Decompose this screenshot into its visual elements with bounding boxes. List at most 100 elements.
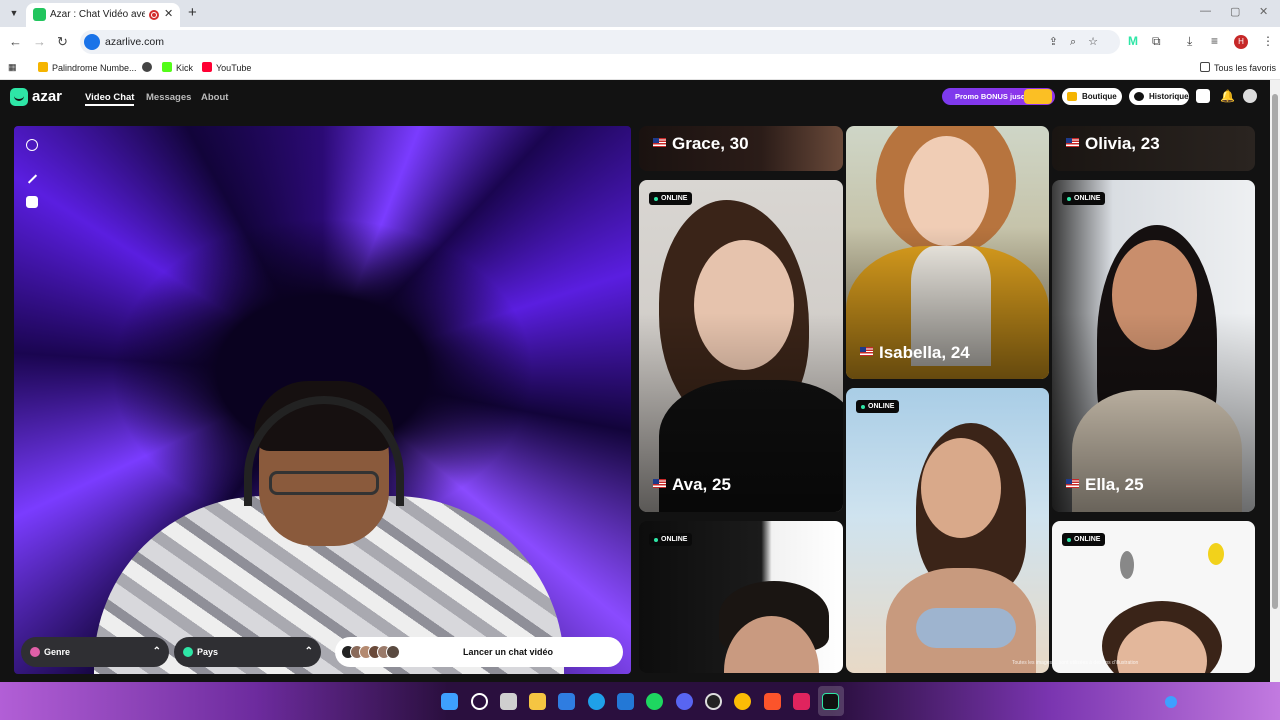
menu-kebab-icon[interactable]: ⋮ [1262, 34, 1274, 48]
site-info-icon[interactable] [84, 34, 100, 50]
bookmarks-bar: ▦ Palindrome Numbe... Kick YouTube Tous … [0, 57, 1280, 80]
palindrome-icon [38, 62, 48, 72]
terminal-icon[interactable] [822, 693, 839, 710]
azar-logo-icon [10, 88, 28, 106]
settings-icon[interactable] [26, 139, 38, 151]
profile-card-olivia[interactable]: Olivia, 23 [1052, 126, 1255, 171]
page-scrollbar[interactable] [1270, 80, 1280, 682]
back-icon[interactable]: ← [9, 34, 22, 49]
chrome-icon[interactable] [734, 693, 751, 710]
download-icon[interactable]: ⤓ [1187, 34, 1192, 49]
promo-bonus-button[interactable]: Promo BONUS jusq [942, 88, 1055, 105]
gender-icon [30, 647, 40, 657]
inbox-icon[interactable] [1196, 89, 1210, 103]
recording-icon [149, 10, 159, 20]
reading-list-icon[interactable]: ≡ [1211, 34, 1218, 48]
microphone-icon[interactable] [1165, 696, 1177, 708]
browser-tabstrip: ▼ Azar : Chat Vidéo avec de n ✕ + — ▢ ✕ [0, 0, 1280, 27]
historique-button[interactable]: Historique [1129, 88, 1189, 105]
scrollbar-thumb[interactable] [1272, 94, 1278, 609]
minimize-icon[interactable]: — [1200, 5, 1211, 17]
new-tab-button[interactable]: + [188, 4, 197, 21]
file-explorer-icon[interactable] [529, 693, 546, 710]
profile-name-text: Olivia, 23 [1085, 134, 1160, 153]
tab-title: Azar : Chat Vidéo avec de n [50, 9, 145, 20]
brave-icon[interactable] [764, 693, 781, 710]
profile-card-grace[interactable]: Grace, 30 [639, 126, 843, 171]
profile-name-text: Grace, 30 [672, 134, 749, 153]
omnibox-action-icons[interactable]: ⇪⌕☆ [1049, 35, 1110, 49]
profile-card-ella[interactable]: ONLINE Ella, 25 [1052, 180, 1255, 512]
bookmark-globe-icon[interactable] [142, 62, 156, 73]
extension-icon[interactable]: M [1128, 34, 1138, 48]
bookmark-palindrome[interactable]: Palindrome Numbe... [38, 62, 137, 73]
windows-start-icon[interactable] [441, 693, 458, 710]
gem-icon [1024, 89, 1052, 104]
url-text: azarlive.com [105, 36, 164, 48]
all-bookmarks[interactable]: Tous les favoris [1200, 62, 1276, 73]
profile-card-online-white[interactable]: ONLINE [1052, 521, 1255, 673]
profile-name: Isabella, 24 [860, 343, 970, 363]
app-icon[interactable] [793, 693, 810, 710]
extensions-puzzle-icon[interactable]: ⧉ [1152, 34, 1161, 49]
apps-grid-icon[interactable]: ▦ [8, 62, 17, 73]
online-badge: ONLINE [856, 400, 900, 413]
mask-icon[interactable] [26, 196, 38, 208]
search-icon[interactable] [471, 693, 488, 710]
nav-about[interactable]: About [201, 92, 228, 103]
user-avatar-icon[interactable] [1243, 89, 1257, 103]
us-flag-icon [860, 347, 873, 356]
glasses [269, 471, 379, 495]
close-window-icon[interactable]: ✕ [1259, 5, 1268, 18]
bookmark-kick[interactable]: Kick [162, 62, 193, 73]
us-flag-icon [653, 479, 666, 488]
chevron-up-icon: ⌃ [152, 646, 161, 657]
kick-icon [162, 62, 172, 72]
profile-card-ava[interactable]: ONLINE Ava, 25 [639, 180, 843, 512]
edge-icon[interactable] [588, 693, 605, 710]
clock-icon [1134, 92, 1144, 101]
genre-label: Genre [44, 647, 71, 657]
user-camera-feed [74, 376, 574, 674]
close-tab-icon[interactable]: ✕ [164, 7, 173, 20]
launch-label: Lancer un chat vidéo [462, 647, 554, 657]
tab-search-icon[interactable]: ▼ [6, 5, 22, 21]
balloon-silver [1120, 551, 1134, 579]
boutique-button[interactable]: Boutique [1062, 88, 1122, 105]
launch-video-chat-button[interactable]: Lancer un chat vidéo [335, 637, 623, 667]
online-badge: ONLINE [1062, 192, 1106, 205]
us-flag-icon [1066, 138, 1079, 147]
outlook-icon[interactable] [617, 693, 634, 710]
nav-messages[interactable]: Messages [146, 92, 191, 103]
maximize-icon[interactable]: ▢ [1230, 5, 1240, 18]
promo-label: Promo BONUS jusq [955, 92, 1026, 101]
diamond-icon [1067, 92, 1077, 101]
bookmark-youtube[interactable]: YouTube [202, 62, 251, 73]
spotify-icon[interactable] [646, 693, 663, 710]
browser-tab-azar[interactable]: Azar : Chat Vidéo avec de n ✕ [26, 3, 180, 27]
reload-icon[interactable]: ↻ [57, 34, 68, 50]
profile-name: Ella, 25 [1066, 475, 1144, 495]
face [921, 438, 1001, 538]
bell-icon[interactable]: 🔔 [1220, 89, 1235, 103]
pays-filter[interactable]: Pays ⌃ [174, 637, 321, 667]
profile-card-isabella[interactable]: Isabella, 24 [846, 126, 1049, 379]
globe-icon [183, 647, 193, 657]
profile-avatar[interactable]: H [1234, 35, 1248, 49]
image-disclaimer: Toutes les images ... sont utilisées à d… [1012, 660, 1139, 666]
forward-icon[interactable]: → [33, 34, 46, 49]
profile-card-male[interactable]: ONLINE [639, 521, 843, 673]
effects-wand-icon[interactable] [26, 173, 38, 185]
online-badge: ONLINE [649, 533, 693, 546]
obs-icon[interactable] [705, 693, 722, 710]
bookmark-label: YouTube [216, 63, 252, 73]
task-view-icon[interactable] [500, 693, 517, 710]
address-bar[interactable]: azarlive.com ⇪⌕☆ [80, 30, 1120, 54]
store-icon[interactable] [558, 693, 575, 710]
windows-taskbar [0, 682, 1280, 720]
genre-filter[interactable]: Genre ⌃ [21, 637, 169, 667]
balloon-yellow [1208, 543, 1224, 565]
profile-card-online-beach[interactable]: ONLINE [846, 388, 1049, 673]
discord-icon[interactable] [676, 693, 693, 710]
nav-video-chat[interactable]: Video Chat [85, 92, 135, 106]
